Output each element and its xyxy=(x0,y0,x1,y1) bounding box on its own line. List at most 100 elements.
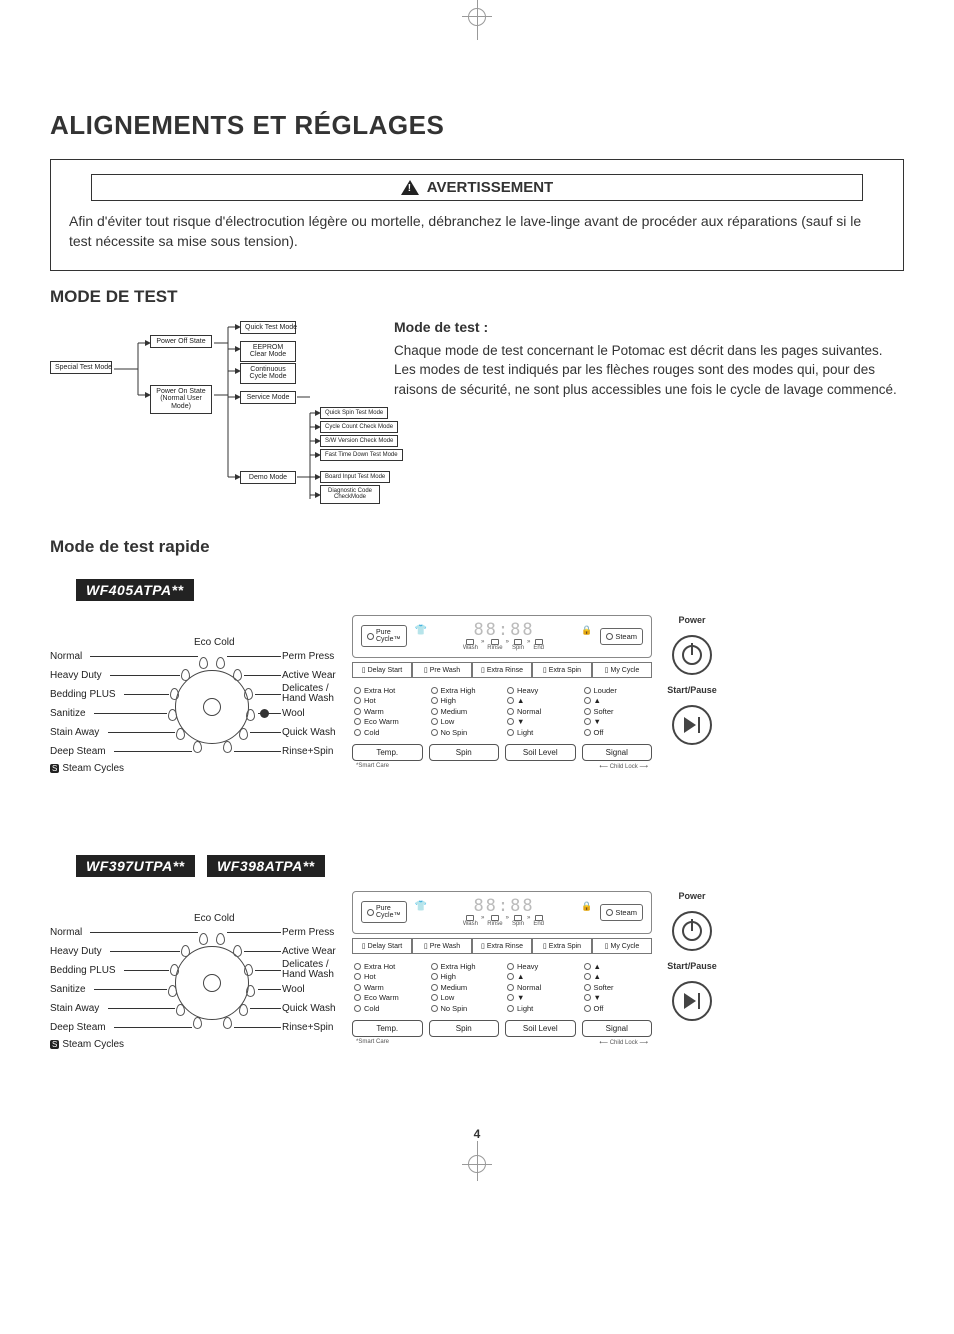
dial-eco-cold: Eco Cold xyxy=(194,913,235,924)
dial-normal: Normal xyxy=(50,927,82,938)
start-pause-label: Start/Pause xyxy=(667,685,717,695)
child-lock-label: ⟵ Child Lock ⟶ xyxy=(599,763,648,770)
tshirt-icon: 👕 xyxy=(415,625,427,636)
spin-button[interactable]: Spin xyxy=(429,744,500,761)
flow-cyclecount: Cycle Count Check Mode xyxy=(320,421,398,434)
opt-extraspin[interactable]: ▯Extra Spin xyxy=(532,938,592,954)
steam-button[interactable]: Steam xyxy=(600,904,643,921)
dial-rinse-spin: Rinse+Spin xyxy=(282,1022,333,1033)
flow-service: Service Mode xyxy=(240,391,296,405)
opt-extrarinse[interactable]: ▯Extra Rinse xyxy=(472,938,532,954)
flow-special: Special Test Mode xyxy=(50,361,112,375)
flow-poweroff: Power Off State xyxy=(150,335,212,349)
smart-care-label: *Smart Care xyxy=(356,1039,389,1046)
opt-mycycle[interactable]: ▯My Cycle xyxy=(592,662,652,678)
dial-wool: Wool xyxy=(282,984,305,995)
steam-badge-icon: S xyxy=(50,764,59,773)
opt-prewash[interactable]: ▯Pre Wash xyxy=(412,938,472,954)
warning-label: AVERTISSEMENT xyxy=(427,179,553,196)
dial-sanitize: Sanitize xyxy=(50,708,86,719)
control-panel-b: Pure Cycle™ 👕 88:88 🔒 Wash » Rinse » Spi… xyxy=(352,891,652,1047)
soil-col: Heavy ▲ Normal ▼ Light xyxy=(507,962,574,1015)
dial-quick-wash: Quick Wash xyxy=(282,727,336,738)
spin-col: Extra High High Medium Low No Spin xyxy=(431,686,498,739)
quick-test-heading: Mode de test rapide xyxy=(50,537,904,557)
pure-cycle-button[interactable]: Pure Cycle™ xyxy=(361,901,407,923)
tshirt-icon: 👕 xyxy=(415,901,427,912)
opt-mycycle[interactable]: ▯My Cycle xyxy=(592,938,652,954)
temp-button[interactable]: Temp. xyxy=(352,1020,423,1037)
registration-mark-top xyxy=(457,0,497,55)
opt-prewash[interactable]: ▯Pre Wash xyxy=(412,662,472,678)
temp-button[interactable]: Temp. xyxy=(352,744,423,761)
stage-icons: Wash » Rinse » Spin » End xyxy=(415,639,593,651)
lock-icon: 🔒 xyxy=(581,901,592,912)
flow-diag: Diagnostic Code CheckMode xyxy=(320,485,380,504)
flow-swver: S/W Version Check Mode xyxy=(320,435,398,448)
dial-rinse-spin: Rinse+Spin xyxy=(282,746,333,757)
flow-poweron: Power On State (Normal User Mode) xyxy=(150,385,212,414)
opt-delay[interactable]: ▯Delay Start xyxy=(352,938,412,954)
dial-active-wear: Active Wear xyxy=(282,946,336,957)
power-button[interactable] xyxy=(672,911,712,951)
soil-col: Heavy ▲ Normal ▼ Light xyxy=(507,686,574,739)
dial-steam-cycles: Steam Cycles xyxy=(62,1039,124,1050)
child-lock-label: ⟵ Child Lock ⟶ xyxy=(599,1039,648,1046)
dial-delicates: Delicates / Hand Wash xyxy=(282,960,334,980)
start-pause-label: Start/Pause xyxy=(667,961,717,971)
dial-sanitize: Sanitize xyxy=(50,984,86,995)
model-tag-b: WF397UTPA** xyxy=(76,855,195,877)
dial-heavy-duty: Heavy Duty xyxy=(50,946,102,957)
power-icon xyxy=(682,645,702,665)
opt-extrarinse[interactable]: ▯Extra Rinse xyxy=(472,662,532,678)
flow-demo: Demo Mode xyxy=(240,471,296,485)
play-pause-icon xyxy=(684,993,700,1009)
dial-active-wear: Active Wear xyxy=(282,670,336,681)
time-display: 88:88 xyxy=(433,622,575,639)
page-title: ALIGNEMENTS ET RÉGLAGES xyxy=(50,110,904,141)
flow-quickspin: Quick Spin Test Mode xyxy=(320,407,388,420)
warning-text: Afin d'éviter tout risque d'électrocutio… xyxy=(69,211,885,252)
control-panel-a: Pure Cycle™ 👕 88:88 🔒 Wash » Rinse » Spi… xyxy=(352,615,652,771)
dial-deep-steam: Deep Steam xyxy=(50,746,106,757)
power-icon xyxy=(682,921,702,941)
cycle-dial-a: Normal Heavy Duty Bedding PLUS Sanitize … xyxy=(50,615,340,815)
dial-eco-cold: Eco Cold xyxy=(194,637,235,648)
warning-triangle-icon xyxy=(401,180,419,195)
mode-test-subhead: Mode de test : xyxy=(394,317,904,337)
model-tag-a: WF405ATPA** xyxy=(76,579,194,601)
spin-col: Extra High High Medium Low No Spin xyxy=(431,962,498,1015)
start-pause-button[interactable] xyxy=(672,705,712,745)
power-label: Power xyxy=(678,891,705,901)
opt-extraspin[interactable]: ▯Extra Spin xyxy=(532,662,592,678)
power-label: Power xyxy=(678,615,705,625)
dial-bedding: Bedding PLUS xyxy=(50,965,116,976)
dial-perm-press: Perm Press xyxy=(282,927,334,938)
opt-delay[interactable]: ▯Delay Start xyxy=(352,662,412,678)
soil-button[interactable]: Soil Level xyxy=(505,744,576,761)
registration-mark-bottom xyxy=(457,1126,497,1181)
signal-col: ▲ ▲ Softer ▼ Off xyxy=(584,962,651,1015)
spin-button[interactable]: Spin xyxy=(429,1020,500,1037)
stage-icons: Wash » Rinse » Spin » End xyxy=(415,915,593,927)
dial-normal: Normal xyxy=(50,651,82,662)
soil-button[interactable]: Soil Level xyxy=(505,1020,576,1037)
signal-button[interactable]: Signal xyxy=(582,744,653,761)
time-display: 88:88 xyxy=(433,898,575,915)
flow-cont: Continuous Cycle Mode xyxy=(240,363,296,384)
dial-stain: Stain Away xyxy=(50,1003,99,1014)
flow-fasttime: Fast Time Down Test Mode xyxy=(320,449,403,462)
steam-badge-icon: S xyxy=(50,1040,59,1049)
power-button[interactable] xyxy=(672,635,712,675)
mode-test-heading: MODE DE TEST xyxy=(50,287,904,307)
start-pause-button[interactable] xyxy=(672,981,712,1021)
dial-wool: Wool xyxy=(282,708,305,719)
dial-delicates: Delicates / Hand Wash xyxy=(282,684,334,704)
steam-button[interactable]: Steam xyxy=(600,628,643,645)
mode-test-desc: Chaque mode de test concernant le Potoma… xyxy=(394,343,897,397)
pure-cycle-button[interactable]: Pure Cycle™ xyxy=(361,625,407,647)
flow-quick: Quick Test Mode xyxy=(240,321,296,335)
signal-button[interactable]: Signal xyxy=(582,1020,653,1037)
dial-heavy-duty: Heavy Duty xyxy=(50,670,102,681)
dial-bedding: Bedding PLUS xyxy=(50,689,116,700)
